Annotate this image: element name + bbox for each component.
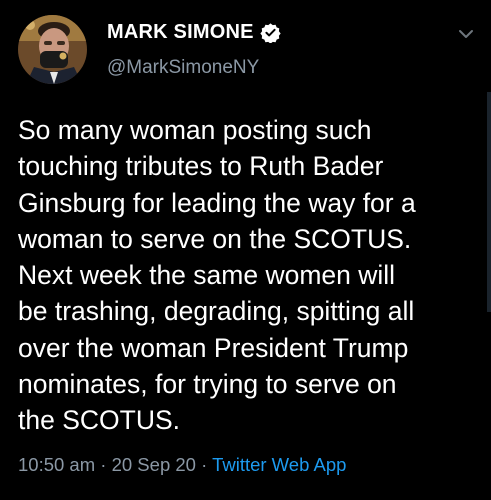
tweet-time[interactable]: 10:50 am xyxy=(18,454,95,475)
tweet-text: So many woman posting such touching trib… xyxy=(18,115,416,436)
tweet-source-link[interactable]: Twitter Web App xyxy=(212,454,346,475)
verified-badge-icon xyxy=(260,22,281,44)
tweet-date[interactable]: 20 Sep 20 xyxy=(112,454,196,475)
user-name-row[interactable]: MARK SIMONE xyxy=(107,21,281,44)
tweet-card: MARK SIMONE @MarkSimoneNY So many woman … xyxy=(0,0,491,500)
meta-separator: · xyxy=(195,454,213,475)
tweet-meta: 10:50 am · 20 Sep 20 · Twitter Web App xyxy=(18,454,346,476)
chevron-down-icon[interactable] xyxy=(456,27,476,41)
avatar[interactable] xyxy=(18,15,87,84)
user-handle[interactable]: @MarkSimoneNY xyxy=(107,57,259,79)
avatar-image xyxy=(18,15,87,84)
display-name[interactable]: MARK SIMONE xyxy=(107,21,254,44)
scrollbar-edge xyxy=(487,92,491,312)
meta-separator: · xyxy=(95,454,112,475)
